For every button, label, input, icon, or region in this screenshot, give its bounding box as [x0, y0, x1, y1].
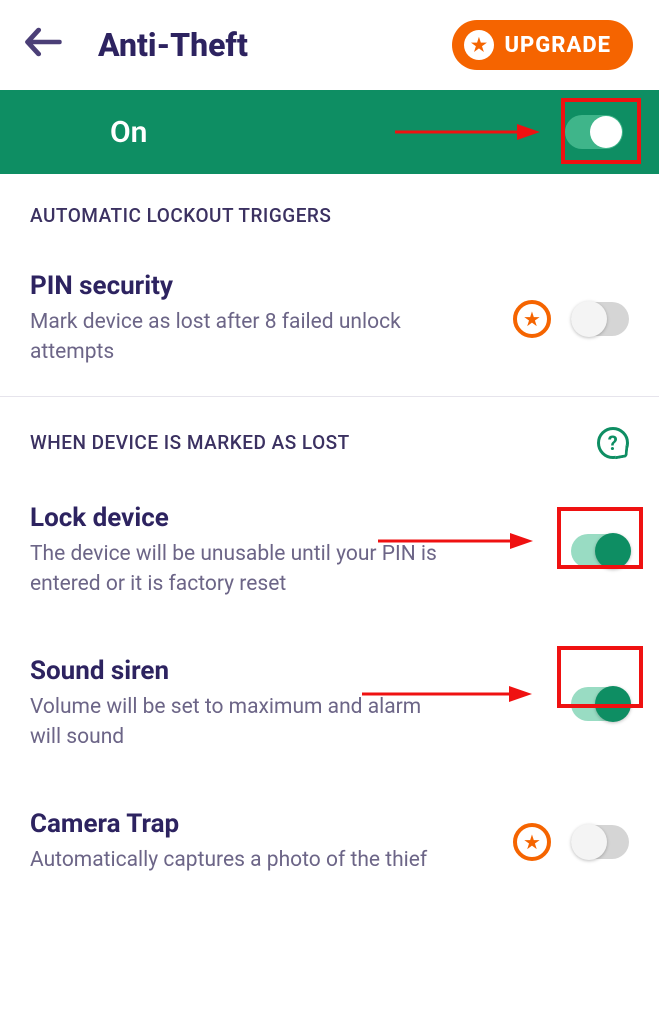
- help-icon[interactable]: ?: [597, 427, 629, 459]
- setting-lock-device[interactable]: Lock device The device will be unusable …: [0, 475, 659, 628]
- setting-desc: Mark device as lost after 8 failed unloc…: [30, 307, 450, 368]
- setting-title: Lock device: [30, 503, 557, 533]
- section-triggers: AUTOMATIC LOCKOUT TRIGGERS: [0, 174, 659, 243]
- camera-trap-toggle[interactable]: [571, 825, 629, 859]
- back-arrow-icon[interactable]: [24, 27, 61, 63]
- setting-title: PIN security: [30, 271, 499, 301]
- star-icon: [464, 30, 494, 60]
- setting-camera-trap[interactable]: Camera Trap Automatically captures a pho…: [0, 781, 659, 903]
- setting-desc: Volume will be set to maximum and alarm …: [30, 692, 450, 753]
- sound-siren-toggle[interactable]: [571, 687, 629, 721]
- section-header-lost: WHEN DEVICE IS MARKED AS LOST ?: [30, 427, 629, 459]
- annotation-arrow-icon: [395, 122, 540, 142]
- premium-star-icon: [513, 300, 551, 338]
- section-header-lost-text: WHEN DEVICE IS MARKED AS LOST: [30, 431, 350, 454]
- setting-title: Sound siren: [30, 656, 557, 686]
- page-title: Anti-Theft: [98, 26, 248, 64]
- section-lost: WHEN DEVICE IS MARKED AS LOST ?: [0, 397, 659, 475]
- setting-sound-siren[interactable]: Sound siren Volume will be set to maximu…: [0, 628, 659, 781]
- setting-desc: Automatically captures a photo of the th…: [30, 845, 450, 875]
- upgrade-button[interactable]: UPGRADE: [452, 20, 633, 70]
- setting-desc: The device will be unusable until your P…: [30, 539, 450, 600]
- setting-title: Camera Trap: [30, 809, 499, 839]
- lock-device-toggle[interactable]: [571, 534, 629, 568]
- app-header: Anti-Theft UPGRADE: [0, 0, 659, 90]
- premium-star-icon: [513, 823, 551, 861]
- master-status-label: On: [110, 115, 147, 150]
- upgrade-label: UPGRADE: [504, 33, 611, 58]
- master-toggle-bar: On: [0, 90, 659, 174]
- master-toggle[interactable]: [565, 115, 623, 149]
- setting-pin-security[interactable]: PIN security Mark device as lost after 8…: [0, 243, 659, 396]
- section-header-triggers: AUTOMATIC LOCKOUT TRIGGERS: [30, 204, 629, 227]
- pin-security-toggle[interactable]: [571, 302, 629, 336]
